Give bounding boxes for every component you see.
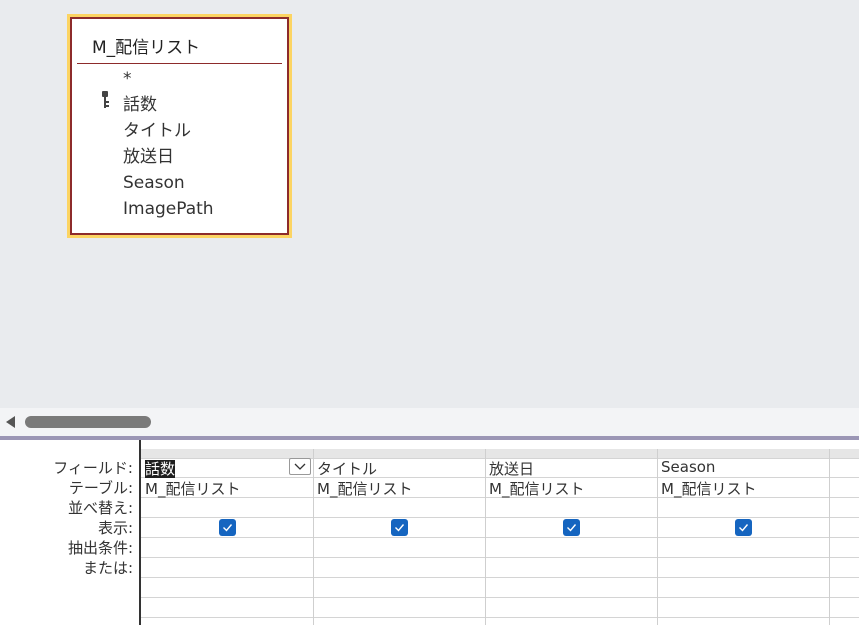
field-cell-value: 話数 [145, 460, 176, 478]
field-cell[interactable]: Season [661, 458, 715, 476]
table-cell[interactable]: M_配信リスト [317, 478, 412, 499]
grid-column-line [313, 449, 314, 625]
check-icon [395, 524, 405, 532]
grid-row-line [141, 517, 859, 518]
scrollbar-thumb[interactable] [25, 416, 151, 428]
grid-row-labels: フィールド: テーブル: 並べ替え: 表示: 抽出条件: または: [0, 440, 138, 625]
show-checkbox[interactable] [563, 519, 580, 536]
grid-column-line [485, 449, 486, 625]
show-checkbox[interactable] [391, 519, 408, 536]
field-cell[interactable]: 放送日 [489, 458, 534, 479]
grid-row-line [141, 577, 859, 578]
table-cell[interactable]: M_配信リスト [145, 478, 240, 499]
grid-column-line [657, 449, 658, 625]
field-list-item[interactable]: Season [123, 173, 185, 193]
field-list-item[interactable]: タイトル [123, 121, 191, 141]
row-label-criteria: 抽出条件: [67, 539, 133, 557]
grid-row-line [141, 617, 859, 618]
row-label-field: フィールド: [53, 459, 133, 477]
field-list-item[interactable]: ImagePath [123, 199, 214, 219]
query-design-grid: フィールド: テーブル: 並べ替え: 表示: 抽出条件: または: 話数 M_配… [0, 440, 859, 625]
table-cell[interactable]: M_配信リスト [661, 478, 756, 499]
table-field-list[interactable]: M_配信リスト * 話数 タイトル 放送日 Season ImagePath [67, 14, 292, 238]
row-label-or: または: [82, 559, 133, 577]
field-list-item[interactable]: 話数 [123, 95, 157, 115]
field-list-item-all[interactable]: * [123, 69, 132, 89]
table-cell[interactable]: M_配信リスト [489, 478, 584, 499]
row-label-show: 表示: [97, 519, 133, 537]
horizontal-scrollbar[interactable] [0, 408, 859, 436]
row-label-sort: 並べ替え: [67, 499, 133, 517]
field-dropdown-button[interactable] [289, 458, 311, 475]
column-selector-band[interactable] [141, 449, 859, 458]
arrow-left-icon[interactable] [6, 416, 15, 428]
field-cell[interactable]: 話数 [145, 458, 176, 479]
check-icon [223, 524, 233, 532]
check-icon [739, 524, 749, 532]
row-label-table: テーブル: [68, 479, 133, 497]
grid-row-line [141, 557, 859, 558]
show-checkbox[interactable] [219, 519, 236, 536]
field-cell[interactable]: タイトル [317, 458, 377, 479]
table-title[interactable]: M_配信リスト [92, 33, 200, 58]
check-icon [567, 524, 577, 532]
table-title-divider [77, 63, 282, 64]
query-design-area[interactable]: M_配信リスト * 話数 タイトル 放送日 Season ImagePath [0, 0, 859, 408]
chevron-down-icon [294, 463, 306, 470]
grid-columns: 話数 M_配信リスト タイトル M_配信リスト 放送日 M_配信リスト Seas… [139, 440, 859, 625]
key-icon [102, 91, 109, 108]
show-checkbox[interactable] [735, 519, 752, 536]
grid-row-line [141, 537, 859, 538]
grid-row-line [141, 597, 859, 598]
grid-column-line [829, 449, 830, 625]
field-list-item[interactable]: 放送日 [123, 147, 174, 167]
table-field-list-body: M_配信リスト * 話数 タイトル 放送日 Season ImagePath [70, 17, 289, 235]
